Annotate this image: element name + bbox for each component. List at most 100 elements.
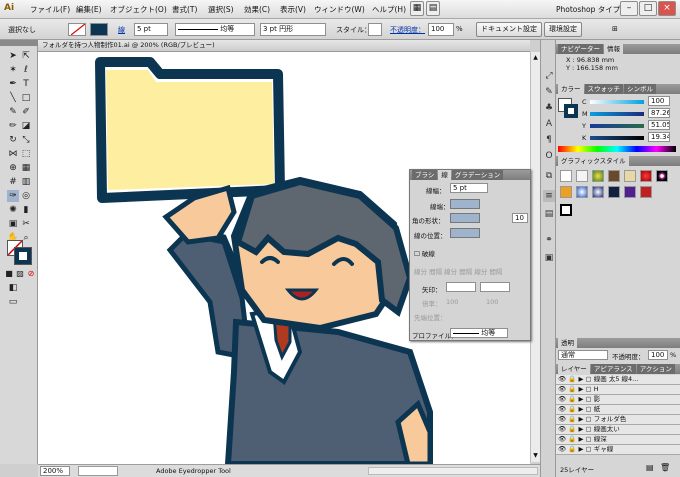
stroke-color-icon[interactable] [14,247,32,265]
scale-tool-icon[interactable]: ⤡ [20,134,32,146]
layer-row[interactable]: 👁 🔒 ▶ ▢ 影 [556,395,680,405]
bridge-icon[interactable]: ▦ [410,1,424,16]
rotate-tool-icon[interactable]: ↻ [7,134,19,146]
fill-swatch[interactable] [68,23,86,36]
tab-info[interactable]: 情報 [604,44,623,54]
gap-field[interactable]: 間隔 [429,268,442,276]
corner-buttons[interactable] [450,213,480,223]
tab-appearance[interactable]: アピアランス [590,364,636,374]
style-swatch[interactable] [560,186,572,198]
draw-mode-icon[interactable]: ◧ [7,282,19,294]
minimize-button[interactable]: – [620,1,638,16]
dash-checkbox[interactable]: ☐ 破線 [414,248,435,258]
artboard-tool-icon[interactable]: ▣ [7,218,19,230]
slice-tool-icon[interactable]: ✂ [20,218,32,230]
tab-swatches[interactable]: スウォッチ [584,84,623,94]
maximize-button[interactable]: □ [639,1,657,16]
channel-c-field[interactable]: 100 [648,96,670,106]
tab-stroke[interactable]: 線 [438,170,451,180]
blob-brush-tool-icon[interactable]: ✏ [7,120,19,132]
screen-mode-icon[interactable]: ▭ [7,296,19,308]
channel-c-slider[interactable] [590,100,644,104]
rectangle-tool-icon[interactable]: □ [20,92,32,104]
pen-tool-icon[interactable]: ✒ [7,78,19,90]
arrange-icon[interactable]: ▤ [426,1,440,16]
menu-effect[interactable]: 効果(C) [244,4,270,15]
menu-edit[interactable]: 編集(E) [76,4,102,15]
layer-row[interactable]: 👁 🔒 ▶ ▢ H [556,385,680,395]
style-swatch[interactable] [608,170,620,182]
brush-definition[interactable]: 3 pt 円形 [260,23,326,36]
style-swatch[interactable] [640,170,652,182]
artboard-navigation[interactable] [78,466,118,476]
menu-view[interactable]: 表示(V) [280,4,306,15]
paintbrush-tool-icon[interactable]: ✎ [7,106,19,118]
none-mode-icon[interactable]: ⊘ [25,268,37,280]
shape-builder-tool-icon[interactable]: ⊕ [7,162,19,174]
menu-select[interactable]: 選択(S) [208,4,234,15]
channel-m-slider[interactable] [590,112,644,116]
close-button[interactable]: × [658,1,676,16]
artboards-icon[interactable]: ▣ [543,252,555,264]
mesh-tool-icon[interactable]: # [7,176,19,188]
channel-k-slider[interactable] [590,136,644,140]
style-swatch[interactable] [624,186,636,198]
stroke-weight-input[interactable]: 5 pt [450,183,488,193]
style-dropdown[interactable] [368,23,382,36]
tab-transparency[interactable]: 透明 [558,338,577,348]
transform-icon[interactable]: ⤢ [543,70,555,82]
menu-window[interactable]: ウィンドウ(W) [314,4,365,15]
arrowhead-end-select[interactable] [480,282,510,292]
direct-selection-tool-icon[interactable]: ⇱ [20,50,32,62]
stroke-label[interactable]: 線 [118,25,125,35]
gap-field[interactable]: 間隔 [489,268,502,276]
tab-navigator[interactable]: ナビゲーター [558,44,603,54]
gap-field[interactable]: 間隔 [459,268,472,276]
perspective-grid-tool-icon[interactable]: ▦ [20,162,32,174]
scroll-up-icon[interactable]: ▲ [532,54,539,62]
channel-m-field[interactable]: 87.26 [648,108,670,118]
preferences-button[interactable]: 環境設定 [544,22,582,37]
layer-row[interactable]: 👁 🔒 ▶ ▢ 線画太い [556,425,680,435]
tab-symbols[interactable]: シンボル [624,84,656,94]
color-spectrum[interactable] [558,146,676,152]
variable-width-profile[interactable]: 均等 [175,23,255,36]
style-swatch[interactable] [592,186,604,198]
delete-layer-icon[interactable]: 🗑 [660,463,670,472]
eraser-tool-icon[interactable]: ◪ [20,120,32,132]
brushes-icon[interactable]: ✎ [543,86,555,98]
document-tab[interactable]: フォルダを持つ人物制作01.ai @ 200% (RGB/プレビュー) [38,40,530,52]
tab-actions[interactable]: アクション [636,364,675,374]
blend-mode-select[interactable]: 通常 [558,350,608,360]
style-swatch[interactable] [624,170,636,182]
column-graph-tool-icon[interactable]: ▮ [20,204,32,216]
vertical-scrollbar[interactable]: ▲ ▼ [530,52,540,462]
workspace-switcher[interactable]: Photoshop タイプ [556,4,620,15]
layer-row[interactable]: 👁 🔒 ▶ ▢ フォルダ色 [556,415,680,425]
magic-wand-tool-icon[interactable]: ✶ [7,64,19,76]
menu-type[interactable]: 書式(T) [172,4,197,15]
document-setup-button[interactable]: ドキュメント設定 [476,22,542,37]
opentype-icon[interactable]: O [543,150,555,162]
status-tool[interactable]: Adobe Eyedropper Tool [156,467,231,475]
links-icon[interactable]: ⚭ [543,234,555,246]
stroke-weight-field[interactable]: 5 pt [134,23,168,36]
type-tool-icon[interactable]: T [20,78,32,90]
style-swatch[interactable] [576,170,588,182]
pencil-tool-icon[interactable]: ✐ [20,106,32,118]
miter-limit-input[interactable]: 10 [512,213,528,223]
zoom-field[interactable]: 200% [40,466,70,476]
menu-file[interactable]: ファイル(F) [30,4,70,15]
character-icon[interactable]: A [543,118,555,130]
gradient-tool-icon[interactable]: ▥ [20,176,32,188]
style-swatch[interactable] [592,170,604,182]
new-layer-icon[interactable]: ▤ [646,463,654,472]
opacity-field[interactable]: 100 [428,23,454,36]
dash-field[interactable]: 線分 [474,268,487,276]
layer-row[interactable]: 👁 🔒 ▶ ▢ 線画 太5 線4... [556,375,680,385]
transparency-opacity-field[interactable]: 100 [648,350,668,360]
style-swatch[interactable] [576,186,588,198]
style-swatch[interactable] [640,186,652,198]
gradient-icon[interactable]: ▤ [543,208,555,220]
width-tool-icon[interactable]: ⋈ [7,148,19,160]
